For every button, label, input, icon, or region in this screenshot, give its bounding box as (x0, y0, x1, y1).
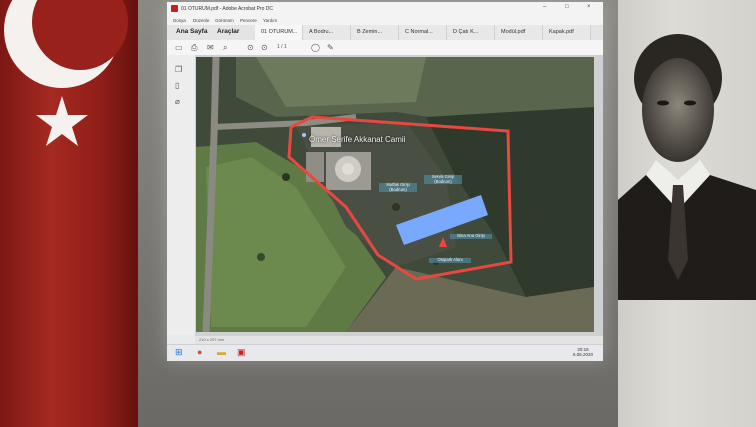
portrait-image (618, 0, 756, 427)
map-label: Servis Girişi (Bodrum) (424, 174, 462, 185)
menu-item-file[interactable]: Dosya (173, 18, 186, 23)
page-up-icon[interactable]: ⊙ (247, 43, 254, 52)
menu-item-edit[interactable]: Düzenle (193, 18, 210, 23)
pen-icon[interactable]: ✎ (327, 43, 334, 52)
clock-date: 6.06.2020 (572, 352, 593, 357)
doc-tab-label: B Zemin... (357, 29, 383, 35)
doc-tab[interactable]: 01 OTURUM... (255, 25, 303, 40)
doc-tab-label: Kapak.pdf (549, 29, 574, 35)
page-indicator[interactable]: 1 / 1 (277, 44, 287, 50)
document-area: Ömer Şerife Akkanat Camii Mutfak Girişi … (195, 55, 603, 336)
projected-screen: 01 OTURUM.pdf - Adobe Acrobat Pro DC – □… (167, 2, 603, 361)
tab-bar: Ana Sayfa Araçlar 01 OTURUM... A Bodru..… (167, 25, 603, 41)
doc-tab-label: 01 OTURUM... (261, 29, 298, 35)
tools-tab[interactable]: Araçlar (217, 28, 239, 35)
turkish-flag (0, 0, 146, 427)
navigation-pane: ❐ ▯ ⌀ (167, 55, 196, 335)
window-title: 01 OTURUM.pdf - Adobe Acrobat Pro DC (181, 6, 273, 12)
save-icon[interactable]: ▭ (175, 43, 183, 52)
doc-tab[interactable]: Modül.pdf (495, 25, 543, 40)
doc-tab-label: Modül.pdf (501, 29, 526, 35)
doc-tab[interactable]: B Zemin... (351, 25, 399, 40)
chrome-icon[interactable]: ● (197, 347, 202, 357)
acrobat-taskbar-icon[interactable]: ▣ (237, 347, 246, 358)
acrobat-icon (171, 5, 178, 12)
close-button[interactable]: × (587, 4, 591, 10)
menu-item-view[interactable]: Görünüm (215, 18, 234, 23)
taskbar: ⊞ ● ▬ ▣ 20:18 6.06.2020 (167, 344, 603, 361)
aerial-site-map: Ömer Şerife Akkanat Camii Mutfak Girişi … (196, 57, 594, 332)
menu-bar: Dosya Düzenle Görünüm Pencere Yardım (167, 16, 603, 25)
doc-tab-label: A Bodru... (309, 29, 334, 35)
system-clock[interactable]: 20:18 6.06.2020 (573, 347, 593, 357)
menu-item-help[interactable]: Yardım (263, 18, 277, 23)
mail-icon[interactable]: ✉ (207, 43, 214, 52)
doc-tab-label: D Çatı K... (453, 29, 479, 35)
page-size: 210 x 297 mm (199, 337, 225, 342)
place-name: Ömer Şerife Akkanat Camii (309, 135, 406, 144)
doc-tab[interactable]: D Çatı K... (447, 25, 495, 40)
doc-tab[interactable]: Kapak.pdf (543, 25, 591, 40)
map-label: Mutfak Girişi (Bodrum) (379, 182, 417, 193)
pages-icon[interactable]: ❐ (175, 65, 182, 74)
windows-start-icon[interactable]: ⊞ (175, 347, 183, 358)
menu-item-window[interactable]: Pencere (240, 18, 257, 23)
map-label: Otopark Alanı (429, 257, 471, 263)
attachment-icon[interactable]: ⌀ (175, 97, 180, 106)
star-icon (36, 96, 88, 146)
home-tab[interactable]: Ana Sayfa (176, 28, 207, 35)
doc-tab-label: C Normal... (405, 29, 433, 35)
doc-tab[interactable]: C Normal... (399, 25, 447, 40)
doc-tab[interactable]: A Bodru... (303, 25, 351, 40)
status-bar: 210 x 297 mm (195, 336, 603, 344)
toolbar: ▭ ⎙ ✉ ⌕ ⊙ ⊙ 1 / 1 ◯ ✎ (167, 40, 603, 56)
search-icon[interactable]: ⌕ (223, 43, 227, 53)
map-label: Bina Ana Girişi (450, 233, 492, 239)
bookmark-icon[interactable]: ▯ (175, 81, 179, 90)
minimize-button[interactable]: – (543, 4, 546, 10)
page-down-icon[interactable]: ⊙ (261, 43, 268, 52)
print-icon[interactable]: ⎙ (191, 43, 197, 53)
file-explorer-icon[interactable]: ▬ (217, 347, 226, 357)
comment-icon[interactable]: ◯ (311, 43, 320, 52)
maximize-button[interactable]: □ (565, 4, 569, 10)
title-bar: 01 OTURUM.pdf - Adobe Acrobat Pro DC – □… (167, 2, 603, 17)
